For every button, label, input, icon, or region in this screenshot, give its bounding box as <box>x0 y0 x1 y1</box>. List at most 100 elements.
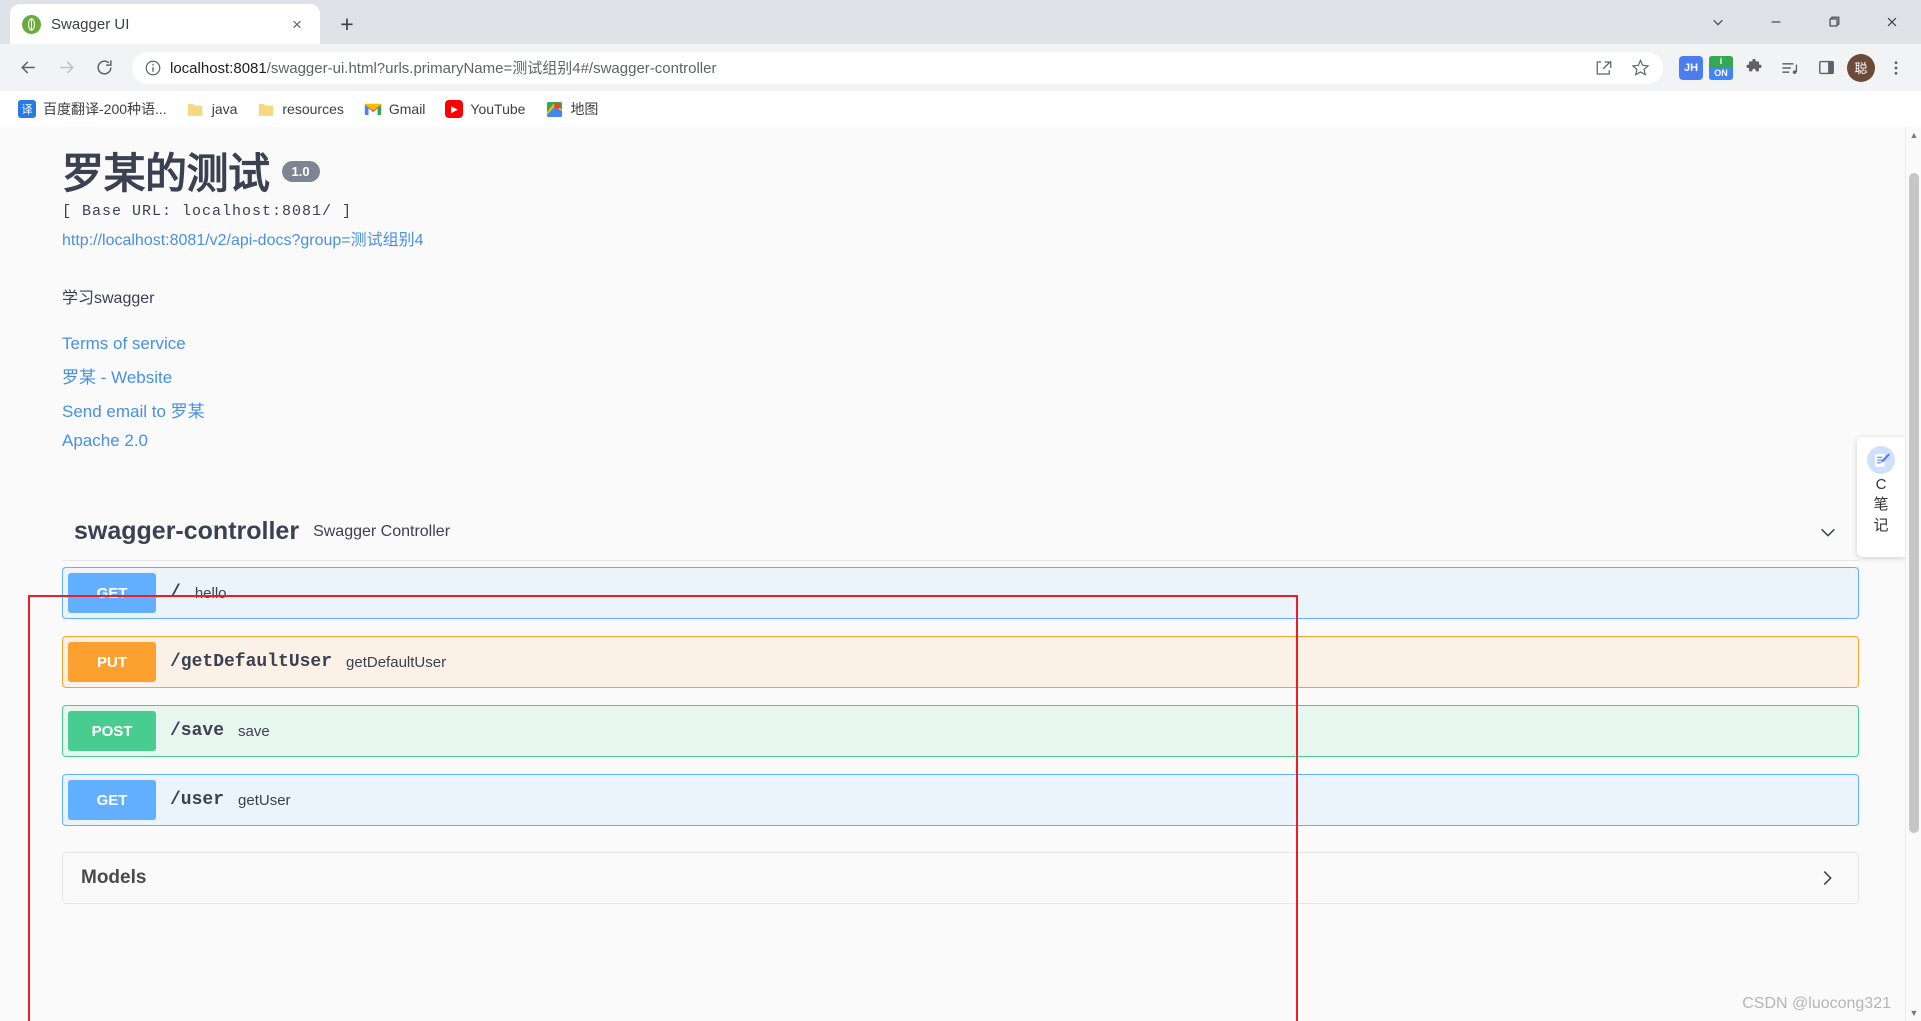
swagger-ui-page: 罗某的测试 1.0 [ Base URL: localhost:8081/ ] … <box>0 127 1921 1021</box>
license-link[interactable]: Apache 2.0 <box>62 431 1921 451</box>
operation-summary: hello <box>194 584 227 602</box>
puzzle-extensions-icon[interactable] <box>1739 53 1769 83</box>
tag-name: swagger-controller <box>74 517 300 546</box>
bookmark-label: 地图 <box>570 101 599 117</box>
folder-icon <box>187 100 205 118</box>
tab-title: Swagger UI <box>51 15 130 33</box>
swagger-logo-icon <box>22 14 41 34</box>
extension-icons: JH i ON 聪 <box>1673 53 1911 83</box>
url-path: /swagger-ui.html?urls.primaryName=测试组别4#… <box>266 60 717 77</box>
site-info-icon[interactable] <box>144 59 162 77</box>
reload-icon[interactable] <box>86 50 122 86</box>
chevron-right-icon[interactable] <box>1816 867 1838 889</box>
operation-summary: getDefaultUser <box>346 653 447 671</box>
note-pen-icon <box>1867 446 1895 474</box>
page-viewport: 罗某的测试 1.0 [ Base URL: localhost:8081/ ] … <box>0 127 1921 1021</box>
info-links: Terms of service 罗某 - Website Send email… <box>62 334 1921 451</box>
tag-header-swagger-controller[interactable]: swagger-controller Swagger Controller <box>62 503 1859 562</box>
operation-summary: save <box>238 722 270 740</box>
address-bar[interactable]: localhost:8081/swagger-ui.html?urls.prim… <box>132 51 1663 84</box>
window-close-icon[interactable] <box>1863 0 1921 44</box>
back-arrow-icon[interactable] <box>10 50 46 86</box>
on-extension-bottom-label: ON <box>1709 67 1733 80</box>
operations-list: GET / hello PUT /getDefaultUser getDefau… <box>62 561 1859 827</box>
star-icon[interactable] <box>1625 53 1655 83</box>
tab-search-chevron-icon[interactable] <box>1689 0 1747 44</box>
base-url-text: [ Base URL: localhost:8081/ ] <box>62 203 353 221</box>
operation-path: /user <box>170 790 225 811</box>
bookmark-label: resources <box>282 101 344 117</box>
widget-line-1: C <box>1875 476 1887 493</box>
bookmark-gmail[interactable]: Gmail <box>356 96 434 122</box>
operation-row-post-save[interactable]: POST /save save <box>62 705 1859 758</box>
jh-extension-icon[interactable]: JH <box>1679 55 1703 80</box>
version-badge: 1.0 <box>281 161 320 182</box>
page-scrollbar[interactable]: ▲ ▼ <box>1905 127 1921 1021</box>
bookmark-label: 百度翻译-200种语... <box>43 101 167 117</box>
gmail-icon <box>364 100 382 118</box>
chevron-down-icon[interactable] <box>1817 521 1839 543</box>
on-extension-top-label: i <box>1709 55 1733 68</box>
contact-email-link[interactable]: Send email to 罗某 <box>62 397 1921 422</box>
on-extension-icon[interactable]: i ON <box>1709 55 1733 80</box>
sidepanel-icon[interactable] <box>1811 53 1841 83</box>
operation-summary: getUser <box>238 791 291 809</box>
http-method-badge: GET <box>68 780 156 821</box>
bookmark-maps[interactable]: 地图 <box>537 95 606 123</box>
profile-avatar[interactable]: 聪 <box>1847 53 1875 82</box>
window-controls <box>1689 0 1921 44</box>
operation-path: /save <box>170 721 225 742</box>
bookmark-java[interactable]: java <box>179 96 246 122</box>
page-title: 罗某的测试 <box>62 150 270 197</box>
bookmark-label: YouTube <box>470 101 526 117</box>
bookmark-baidu-translate[interactable]: 译 百度翻译-200种语... <box>10 95 175 123</box>
playlist-icon[interactable] <box>1775 53 1805 83</box>
operation-row-get-user[interactable]: GET /user getUser <box>62 774 1859 827</box>
omnibox-actions <box>1589 53 1655 83</box>
maximize-icon[interactable] <box>1805 0 1863 44</box>
minimize-icon[interactable] <box>1747 0 1805 44</box>
scroll-down-arrow-icon[interactable]: ▼ <box>1906 1005 1921 1021</box>
widget-line-3: 记 <box>1873 516 1889 534</box>
google-maps-icon <box>545 100 563 118</box>
http-method-badge: PUT <box>68 642 156 683</box>
api-description: 学习swagger <box>62 290 155 308</box>
scrollbar-thumb[interactable] <box>1909 173 1919 833</box>
terms-of-service-link[interactable]: Terms of service <box>62 334 1921 354</box>
operations-tag-section: swagger-controller Swagger Controller GE… <box>62 503 1859 827</box>
widget-line-2: 笔 <box>1873 496 1889 514</box>
share-icon[interactable] <box>1589 53 1619 83</box>
tab-strip: Swagger UI × + <box>0 0 1921 44</box>
bookmark-youtube[interactable]: ▶ YouTube <box>437 96 533 122</box>
swagger-info-block: 罗某的测试 1.0 [ Base URL: localhost:8081/ ] … <box>0 127 1921 451</box>
bookmark-label: Gmail <box>388 101 426 117</box>
http-method-badge: GET <box>68 573 156 614</box>
csdn-watermark: CSDN @luocong321 <box>1742 995 1891 1012</box>
scroll-up-arrow-icon[interactable]: ▲ <box>1906 127 1921 143</box>
api-title-row: 罗某的测试 1.0 <box>62 150 1921 197</box>
csdn-notes-float-widget[interactable]: C 笔 记 <box>1857 437 1905 557</box>
address-bar-url: localhost:8081/swagger-ui.html?urls.prim… <box>170 57 1581 78</box>
operation-path: / <box>170 583 181 604</box>
three-dot-menu-icon[interactable] <box>1881 53 1911 83</box>
bookmark-resources[interactable]: resources <box>249 96 351 122</box>
tag-description: Swagger Controller <box>313 522 451 540</box>
forward-arrow-icon[interactable] <box>48 50 84 86</box>
operation-row-put-getdefaultuser[interactable]: PUT /getDefaultUser getDefaultUser <box>62 636 1859 689</box>
models-title: Models <box>81 867 147 889</box>
youtube-icon: ▶ <box>445 100 464 118</box>
bookmark-label: java <box>211 101 238 117</box>
bookmarks-bar: 译 百度翻译-200种语... java resources Gmail ▶ Y… <box>0 91 1921 127</box>
baidu-translate-icon: 译 <box>18 100 36 118</box>
tab-close-icon[interactable]: × <box>286 13 308 35</box>
new-tab-button[interactable]: + <box>330 7 364 41</box>
browser-toolbar: localhost:8081/swagger-ui.html?urls.prim… <box>0 44 1921 91</box>
browser-window: Swagger UI × + localhost:8081/swagger-ui… <box>0 0 1921 1021</box>
browser-tab-swagger-ui[interactable]: Swagger UI × <box>10 4 320 44</box>
contact-website-link[interactable]: 罗某 - Website <box>62 363 1921 388</box>
api-docs-link[interactable]: http://localhost:8081/v2/api-docs?group=… <box>62 226 1921 250</box>
http-method-badge: POST <box>68 711 156 752</box>
models-section-header[interactable]: Models <box>62 852 1859 905</box>
folder-icon <box>257 100 275 118</box>
operation-row-get-root[interactable]: GET / hello <box>62 567 1859 620</box>
